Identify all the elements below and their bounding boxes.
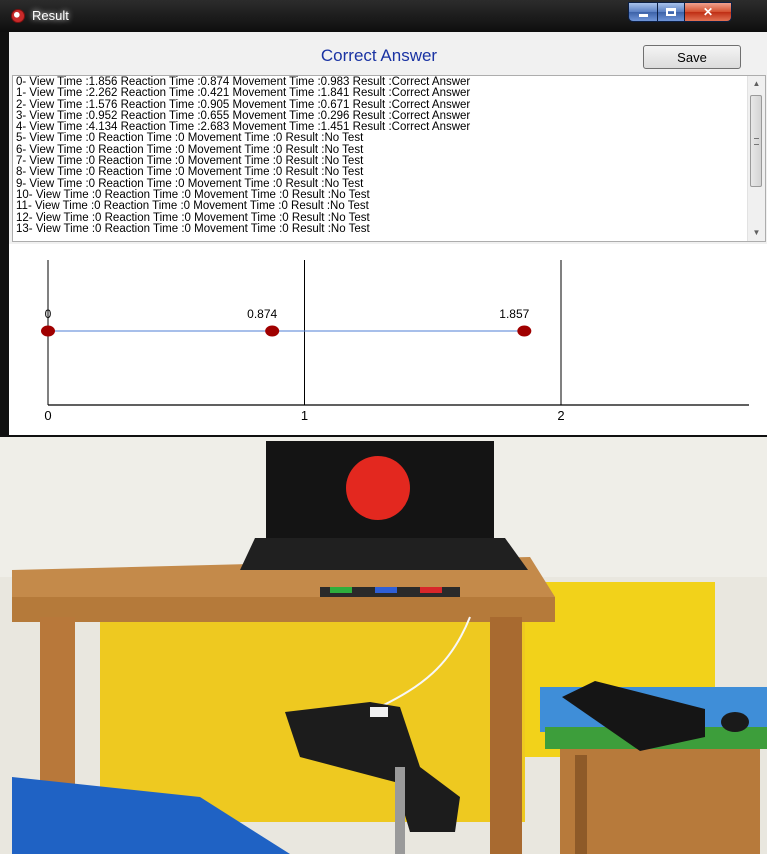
- x-tick-label: 2: [557, 408, 564, 423]
- minimize-icon: [638, 14, 648, 17]
- result-window: Result ✕ Correct Answer Save 0- View Tim…: [0, 0, 767, 437]
- window-title: Result: [32, 8, 69, 23]
- results-log[interactable]: 0- View Time :1.856 Reaction Time :0.874…: [12, 75, 766, 242]
- scroll-up-icon[interactable]: ▲: [748, 76, 765, 92]
- maximize-icon: [666, 8, 676, 16]
- scroll-thumb[interactable]: [750, 95, 762, 187]
- setup-photo: [0, 437, 767, 854]
- log-line: 1- View Time :2.262 Reaction Time :0.421…: [16, 87, 471, 100]
- data-point: [517, 325, 532, 337]
- x-tick-label: 0: [44, 408, 51, 423]
- setup-photo-illustration: [0, 437, 767, 854]
- save-button[interactable]: Save: [643, 45, 741, 69]
- answer-title: Correct Answer: [320, 46, 438, 65]
- log-line: 8- View Time :0 Reaction Time :0 Movemen…: [16, 166, 364, 179]
- data-label: 0.874: [247, 307, 277, 321]
- minimize-button[interactable]: [628, 2, 658, 22]
- close-button[interactable]: ✕: [684, 2, 732, 22]
- log-line: 11- View Time :0 Reaction Time :0 Moveme…: [16, 200, 369, 213]
- data-label: 1.857: [499, 307, 529, 321]
- log-line: 13- View Time :0 Reaction Time :0 Moveme…: [16, 222, 370, 235]
- x-tick-label: 1: [301, 408, 308, 423]
- title-bar[interactable]: Result ✕: [0, 0, 767, 32]
- log-scrollbar[interactable]: ▲ ▼: [747, 76, 765, 241]
- data-label: 0: [45, 307, 52, 321]
- data-point: [41, 325, 55, 337]
- timeline-chart-svg: 0 1 2 0 0.874 1.857: [41, 260, 749, 423]
- data-point: [265, 325, 280, 337]
- window-client-area: Correct Answer Save 0- View Time :1.856 …: [9, 32, 767, 435]
- close-icon: ✕: [702, 5, 714, 19]
- log-lines: 0- View Time :1.856 Reaction Time :0.874…: [16, 76, 746, 235]
- app-icon: [11, 9, 25, 23]
- timeline-chart: 0 1 2 0 0.874 1.857: [9, 244, 767, 435]
- scroll-down-icon[interactable]: ▼: [748, 225, 765, 241]
- maximize-button[interactable]: [657, 2, 685, 22]
